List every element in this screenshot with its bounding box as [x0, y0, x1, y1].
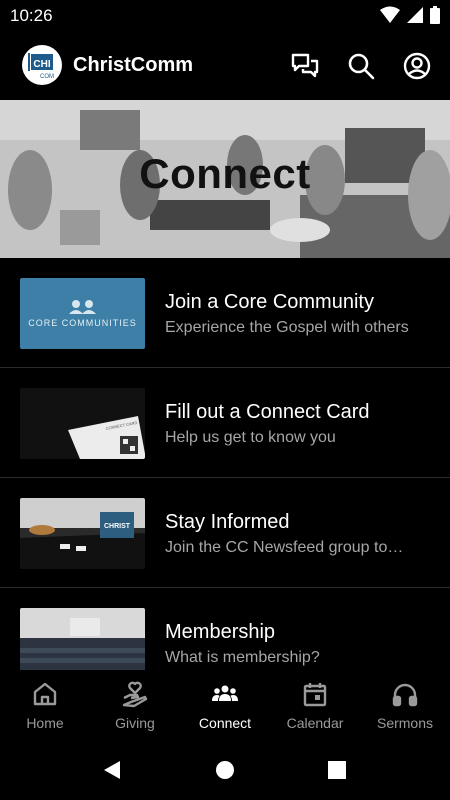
list-item-stay-informed[interactable]: CHRIST Stay Informed Join the CC Newsfee…: [0, 478, 450, 588]
item-title: Membership: [165, 621, 276, 643]
nav-giving[interactable]: Giving: [90, 670, 180, 740]
core-communities-thumbnail: CORE COMMUNITIES: [20, 278, 145, 349]
connect-icon: [212, 685, 238, 701]
svg-text:CHRIST: CHRIST: [104, 523, 131, 530]
search-icon[interactable]: [346, 51, 376, 81]
recents-icon[interactable]: [327, 760, 347, 780]
status-time: 10:26: [10, 6, 53, 25]
chat-icon[interactable]: [290, 51, 320, 81]
headphones-icon: [392, 683, 418, 707]
home-icon: [33, 682, 57, 706]
status-bar: 10:26: [0, 0, 450, 32]
wifi-icon: [380, 6, 400, 23]
list-item-membership[interactable]: Membership What is membership?: [0, 588, 450, 670]
system-navigation-bar: [0, 740, 450, 800]
back-icon[interactable]: [101, 759, 123, 781]
nav-label: Giving: [115, 715, 155, 731]
item-subtitle: Join the CC Newsfeed group to…: [165, 539, 404, 556]
giving-icon: [122, 681, 148, 708]
svg-text:CHI: CHI: [33, 59, 50, 70]
home-button-icon[interactable]: [215, 760, 235, 780]
item-title: Join a Core Community: [165, 291, 374, 313]
app-title: ChristComm: [73, 54, 194, 76]
item-subtitle: Help us get to know you: [165, 429, 336, 446]
connect-card-thumbnail: CONNECT CARD: [20, 388, 145, 459]
svg-text:CORE COMMUNITIES: CORE COMMUNITIES: [28, 318, 137, 328]
svg-text:COM: COM: [40, 74, 54, 80]
app-bar: CHI COM ChristComm: [0, 32, 450, 100]
battery-icon: [430, 6, 440, 24]
item-title: Fill out a Connect Card: [165, 401, 370, 423]
list-item-core-community[interactable]: CORE COMMUNITIES Join a Core Community E…: [0, 258, 450, 368]
nav-sermons[interactable]: Sermons: [360, 670, 450, 740]
signal-icon: [407, 7, 423, 23]
hero-banner: Connect: [0, 100, 450, 258]
account-icon[interactable]: [402, 51, 432, 81]
item-subtitle: Experience the Gospel with others: [165, 319, 409, 336]
membership-thumbnail: [20, 608, 145, 670]
app-logo[interactable]: CHI COM: [22, 45, 62, 85]
nav-home[interactable]: Home: [0, 670, 90, 740]
nav-label: Calendar: [286, 715, 344, 731]
calendar-icon: [303, 683, 327, 707]
list-item-connect-card[interactable]: CONNECT CARD Fill out a Connect Card Hel…: [0, 368, 450, 478]
hero-title: Connect: [139, 150, 311, 197]
nav-label: Connect: [198, 715, 252, 731]
bottom-navigation: Home Giving Connect Calendar Sermons: [0, 670, 450, 740]
item-subtitle: What is membership?: [165, 649, 320, 666]
nav-label: Sermons: [376, 715, 434, 731]
stay-informed-thumbnail: CHRIST: [20, 498, 145, 569]
connect-list: CORE COMMUNITIES Join a Core Community E…: [0, 258, 450, 670]
nav-label: Home: [26, 715, 64, 731]
nav-calendar[interactable]: Calendar: [270, 670, 360, 740]
item-title: Stay Informed: [165, 511, 290, 533]
nav-connect[interactable]: Connect: [180, 670, 270, 740]
status-icons: [380, 6, 440, 24]
